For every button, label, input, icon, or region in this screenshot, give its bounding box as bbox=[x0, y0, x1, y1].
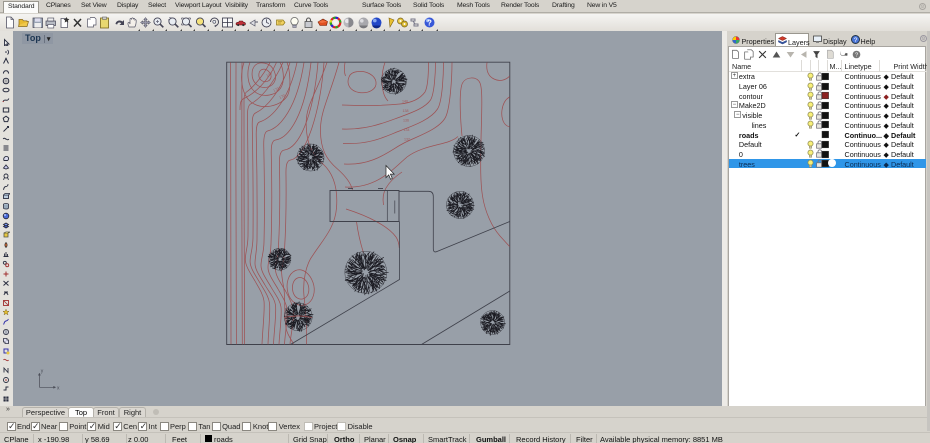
svg-text:?: ? bbox=[427, 18, 432, 27]
svg-text:134: 134 bbox=[404, 128, 410, 132]
svg-text:140: 140 bbox=[402, 100, 408, 104]
svg-text:138: 138 bbox=[403, 109, 409, 113]
svg-text:y: y bbox=[41, 369, 44, 375]
svg-text:x: x bbox=[57, 386, 60, 392]
svg-text:132: 132 bbox=[404, 138, 410, 142]
svg-text:136: 136 bbox=[403, 119, 409, 123]
svg-text:172: 172 bbox=[273, 87, 280, 93]
svg-text:?: ? bbox=[853, 37, 857, 44]
